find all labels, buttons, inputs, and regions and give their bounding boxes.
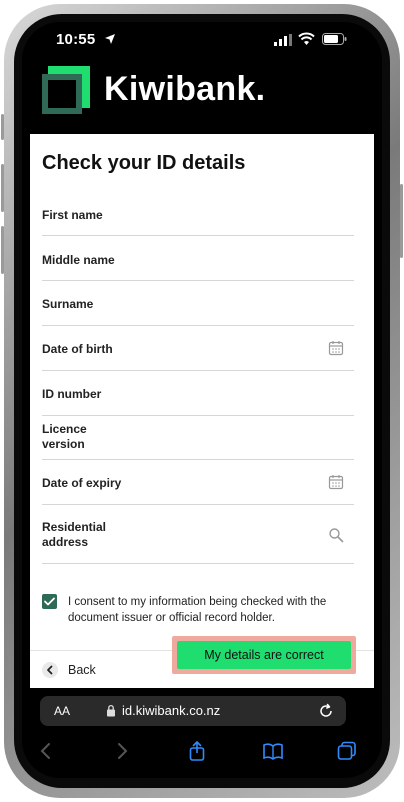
url-text: id.kiwibank.co.nz (122, 703, 221, 718)
first-name-field[interactable]: First name (42, 188, 354, 236)
battery-icon (322, 33, 347, 45)
volume-up-button (1, 164, 4, 212)
id-number-field[interactable]: ID number (42, 371, 354, 416)
brand-header: Kiwibank. (22, 62, 382, 134)
field-label: Date of expiry (42, 476, 122, 490)
reload-icon[interactable] (318, 703, 334, 719)
back-icon-circle (42, 662, 58, 678)
residential-address-field[interactable]: Residential address (42, 505, 354, 564)
status-bar: 10:55 (22, 22, 382, 60)
phone-screen: 10:55 Kiwibank. Check your ID details Fi… (22, 22, 382, 778)
date-of-expiry-field[interactable]: Date of expiry (42, 460, 354, 505)
bookmarks-icon[interactable] (262, 740, 284, 762)
back-button[interactable]: Back (42, 660, 122, 682)
licence-version-field[interactable]: Licence version (42, 416, 354, 460)
date-of-birth-field[interactable]: Date of birth (42, 326, 354, 371)
field-label: Date of birth (42, 342, 113, 356)
back-arrow-icon[interactable] (36, 740, 58, 762)
field-label: Residential address (42, 520, 107, 549)
wifi-icon (298, 32, 315, 45)
back-label: Back (68, 663, 96, 677)
calendar-icon[interactable] (328, 340, 344, 356)
field-label: Middle name (42, 253, 115, 267)
confirm-button-highlight: My details are correct (172, 636, 356, 674)
kiwibank-logo-icon (42, 66, 90, 114)
surname-field[interactable]: Surname (42, 281, 354, 326)
forward-arrow-icon[interactable] (110, 740, 132, 762)
checkmark-icon (44, 597, 55, 606)
field-label: Surname (42, 297, 94, 311)
tabs-icon[interactable] (336, 740, 358, 762)
field-label: First name (42, 208, 103, 222)
page-title: Check your ID details (42, 152, 246, 174)
search-icon[interactable] (328, 527, 344, 543)
chevron-left-icon (47, 665, 53, 675)
status-time: 10:55 (56, 31, 96, 48)
share-icon[interactable] (186, 740, 208, 762)
volume-down-button (1, 226, 4, 274)
address-bar[interactable]: AA id.kiwibank.co.nz (40, 696, 346, 726)
lock-icon (107, 704, 115, 717)
id-details-form: Check your ID details First name Middle … (30, 134, 374, 688)
field-underline (42, 563, 354, 564)
field-label: Licence version (42, 422, 87, 451)
power-button (400, 184, 403, 258)
confirm-details-button[interactable]: My details are correct (177, 641, 351, 669)
mute-switch (1, 114, 4, 140)
brand-name: Kiwibank. (104, 70, 266, 108)
consent-text: I consent to my information being checke… (68, 596, 327, 624)
signal-icon (274, 34, 292, 46)
calendar-icon[interactable] (328, 474, 344, 490)
location-arrow-icon (105, 34, 115, 44)
browser-toolbar (22, 736, 382, 766)
field-label: ID number (42, 387, 102, 401)
browser-chrome: AA id.kiwibank.co.nz (22, 690, 382, 778)
consent-checkbox[interactable] (42, 594, 57, 609)
middle-name-field[interactable]: Middle name (42, 236, 354, 281)
reader-text-size-button[interactable]: AA (54, 704, 70, 718)
